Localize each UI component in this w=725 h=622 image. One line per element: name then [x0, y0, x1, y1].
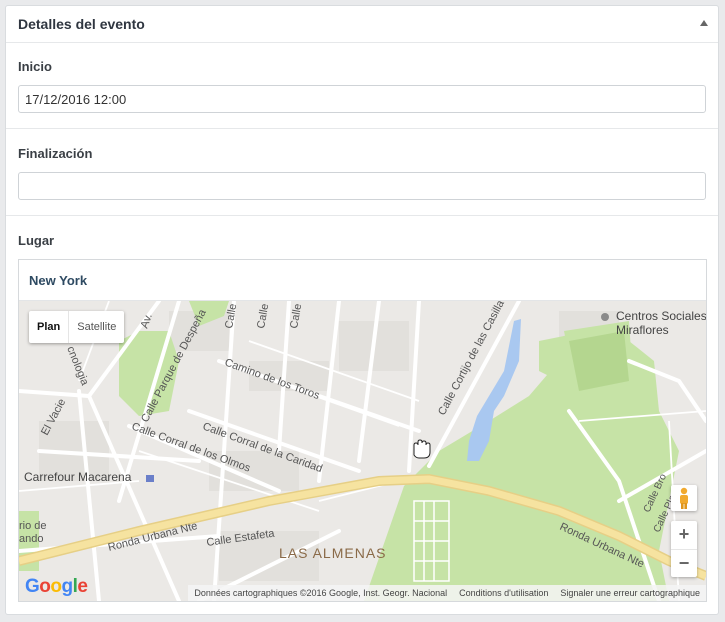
google-logo-letter: o	[39, 576, 51, 597]
finalizacion-input[interactable]	[18, 172, 706, 200]
map-type-control[interactable]: Plan Satellite	[29, 311, 125, 343]
location-map-box: New York Centros Sociales Miraflores Cam…	[18, 259, 707, 602]
terms-link[interactable]: Conditions d'utilisation	[453, 588, 554, 598]
lugar-label: Lugar	[18, 233, 55, 248]
zoom-in-button[interactable]: +	[671, 521, 697, 550]
map-attribution: Données cartographiques ©2016 Google, In…	[188, 585, 706, 601]
poi-marker-icon[interactable]	[601, 313, 609, 321]
map[interactable]: Centros Sociales de Miraflores Camino de…	[19, 301, 706, 601]
map-label-ando: ando	[19, 533, 43, 545]
inicio-label: Inicio	[18, 59, 52, 74]
panel-header[interactable]: Detalles del evento	[6, 6, 718, 43]
map-data-credit: Données cartographiques ©2016 Google, In…	[194, 588, 448, 598]
map-type-satellite-button[interactable]: Satellite	[68, 311, 124, 343]
shopping-cart-icon[interactable]	[146, 475, 154, 482]
street-view-pegman-icon[interactable]	[671, 485, 697, 511]
zoom-control[interactable]: + −	[671, 521, 697, 577]
divider	[6, 215, 718, 216]
map-label-miraflores: Miraflores	[616, 323, 669, 337]
google-logo-letter: G	[25, 576, 40, 597]
panel-title: Detalles del evento	[18, 16, 145, 32]
collapse-arrow-icon[interactable]	[700, 20, 708, 26]
park-detail	[569, 331, 629, 391]
map-location-header: New York	[19, 260, 706, 301]
map-label-las-almenas: LAS ALMENAS	[279, 545, 387, 561]
finalizacion-label: Finalización	[18, 146, 93, 161]
zoom-out-button[interactable]: −	[671, 550, 697, 578]
map-canvas[interactable]: Centros Sociales de Miraflores Camino de…	[19, 301, 706, 601]
report-error-link[interactable]: Signaler une erreur cartographique	[554, 588, 706, 598]
map-type-plan-button[interactable]: Plan	[29, 311, 68, 343]
location-name: New York	[29, 273, 88, 288]
google-logo-letter: e	[77, 576, 88, 597]
divider	[6, 128, 718, 129]
google-logo-letter: o	[50, 576, 62, 597]
hand-cursor-icon	[413, 439, 431, 459]
google-logo-letter: g	[61, 576, 74, 597]
map-label-centros: Centros Sociales de	[616, 309, 706, 323]
map-label-rio-de: rio de	[19, 520, 47, 532]
inicio-input[interactable]	[18, 85, 706, 113]
map-label-carrefour: Carrefour Macarena	[24, 470, 132, 484]
google-logo[interactable]: Google	[25, 576, 88, 598]
event-details-panel: Detalles del evento Inicio Finalización …	[5, 5, 719, 615]
